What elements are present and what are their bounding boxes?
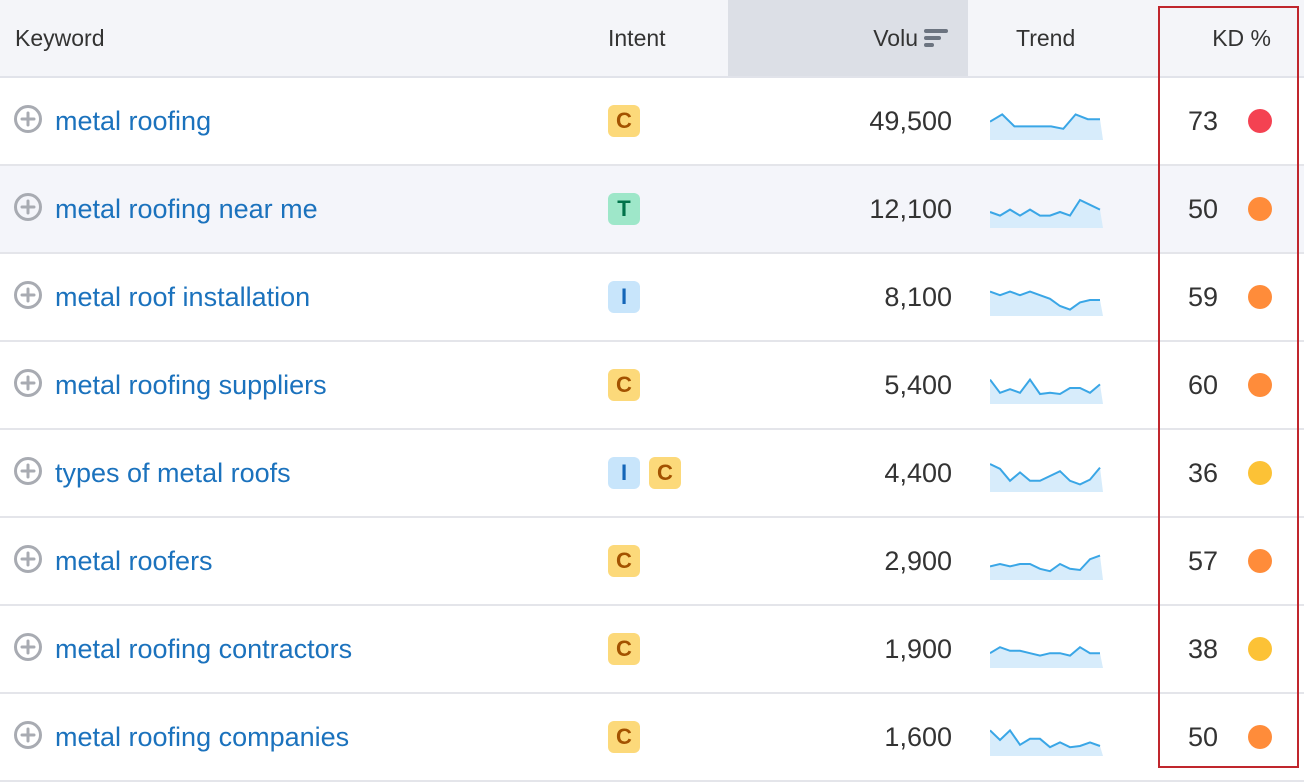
intent-badges: IC bbox=[608, 457, 681, 489]
kd-difficulty-dot bbox=[1248, 637, 1272, 661]
table-row: metal roofers C 2,900 57 bbox=[0, 518, 1304, 606]
add-keyword-icon[interactable] bbox=[14, 105, 42, 133]
kd-value: 36 bbox=[1187, 458, 1218, 488]
intent-badges: C bbox=[608, 545, 640, 577]
kd-difficulty-dot bbox=[1248, 109, 1272, 133]
intent-badge: C bbox=[608, 105, 640, 137]
keyword-link[interactable]: metal roofing contractors bbox=[55, 606, 352, 692]
column-header-volume[interactable]: Volu bbox=[728, 0, 968, 76]
intent-badges: C bbox=[608, 105, 640, 137]
volume-value: 12,100 bbox=[869, 194, 952, 224]
trend-area bbox=[990, 555, 1103, 580]
trend-sparkline bbox=[990, 198, 1103, 228]
trend-sparkline bbox=[990, 728, 1103, 756]
kd-value: 50 bbox=[1187, 722, 1218, 752]
add-keyword-icon[interactable] bbox=[14, 193, 42, 221]
intent-badge: T bbox=[608, 193, 640, 225]
kd-value: 57 bbox=[1187, 546, 1218, 576]
keyword-link[interactable]: metal roofing bbox=[55, 78, 211, 164]
table-body: metal roofing C 49,500 73 metal roofing … bbox=[0, 78, 1304, 782]
intent-badges: C bbox=[608, 633, 640, 665]
volume-value: 2,900 bbox=[884, 546, 952, 576]
intent-badge: I bbox=[608, 281, 640, 313]
kd-difficulty-dot bbox=[1248, 549, 1272, 573]
table-row: types of metal roofs IC 4,400 36 bbox=[0, 430, 1304, 518]
column-header-intent[interactable]: Intent bbox=[608, 0, 666, 76]
kd-value: 60 bbox=[1187, 370, 1218, 400]
intent-badges: C bbox=[608, 721, 640, 753]
table-row: metal roofing companies C 1,600 50 bbox=[0, 694, 1304, 782]
volume-value: 49,500 bbox=[869, 106, 952, 136]
add-keyword-icon[interactable] bbox=[14, 721, 42, 749]
volume-value: 8,100 bbox=[884, 282, 952, 312]
intent-badge: C bbox=[608, 721, 640, 753]
sort-descending-icon[interactable] bbox=[924, 28, 948, 48]
keyword-link[interactable]: metal roofers bbox=[55, 518, 213, 604]
intent-badge: I bbox=[608, 457, 640, 489]
add-keyword-icon[interactable] bbox=[14, 633, 42, 661]
keyword-link[interactable]: metal roofing suppliers bbox=[55, 342, 327, 428]
intent-badges: C bbox=[608, 369, 640, 401]
intent-badge: C bbox=[649, 457, 681, 489]
kd-value: 38 bbox=[1187, 634, 1218, 664]
table-row: metal roofing contractors C 1,900 38 bbox=[0, 606, 1304, 694]
kd-value: 59 bbox=[1187, 282, 1218, 312]
table-row: metal roofing near me T 12,100 50 bbox=[0, 166, 1304, 254]
add-keyword-icon[interactable] bbox=[14, 457, 42, 485]
trend-sparkline bbox=[990, 463, 1103, 492]
column-header-kd[interactable]: KD % bbox=[1212, 0, 1271, 76]
kd-value: 50 bbox=[1187, 194, 1218, 224]
table-header: Keyword Intent Volu Trend KD % bbox=[0, 0, 1304, 78]
trend-sparkline bbox=[990, 554, 1103, 580]
keyword-link[interactable]: metal roof installation bbox=[55, 254, 310, 340]
keyword-table: Keyword Intent Volu Trend KD % metal roo… bbox=[0, 0, 1304, 782]
kd-value: 73 bbox=[1187, 106, 1218, 136]
trend-area bbox=[990, 291, 1103, 316]
intent-badges: I bbox=[608, 281, 640, 313]
trend-sparkline bbox=[990, 290, 1103, 316]
column-header-trend: Trend bbox=[1016, 25, 1076, 51]
volume-value: 1,600 bbox=[884, 722, 952, 752]
intent-badge: C bbox=[608, 545, 640, 577]
table-row: metal roofing C 49,500 73 bbox=[0, 78, 1304, 166]
trend-area bbox=[990, 200, 1103, 228]
intent-badges: T bbox=[608, 193, 640, 225]
table-row: metal roofing suppliers C 5,400 60 bbox=[0, 342, 1304, 430]
keyword-link[interactable]: metal roofing near me bbox=[55, 166, 318, 252]
kd-difficulty-dot bbox=[1248, 197, 1272, 221]
kd-difficulty-dot bbox=[1248, 373, 1272, 397]
add-keyword-icon[interactable] bbox=[14, 545, 42, 573]
kd-difficulty-dot bbox=[1248, 285, 1272, 309]
kd-difficulty-dot bbox=[1248, 461, 1272, 485]
volume-value: 1,900 bbox=[884, 634, 952, 664]
trend-sparkline bbox=[990, 113, 1103, 140]
keyword-link[interactable]: types of metal roofs bbox=[55, 430, 291, 516]
keyword-link[interactable]: metal roofing companies bbox=[55, 694, 349, 780]
volume-value: 5,400 bbox=[884, 370, 952, 400]
trend-sparkline bbox=[990, 377, 1103, 404]
volume-value: 4,400 bbox=[884, 458, 952, 488]
intent-badge: C bbox=[608, 633, 640, 665]
trend-sparkline bbox=[990, 645, 1103, 668]
kd-difficulty-dot bbox=[1248, 725, 1272, 749]
intent-badge: C bbox=[608, 369, 640, 401]
table-row: metal roof installation I 8,100 59 bbox=[0, 254, 1304, 342]
add-keyword-icon[interactable] bbox=[14, 369, 42, 397]
column-header-keyword[interactable]: Keyword bbox=[15, 0, 104, 76]
column-header-volume-label: Volu bbox=[873, 25, 918, 51]
add-keyword-icon[interactable] bbox=[14, 281, 42, 309]
